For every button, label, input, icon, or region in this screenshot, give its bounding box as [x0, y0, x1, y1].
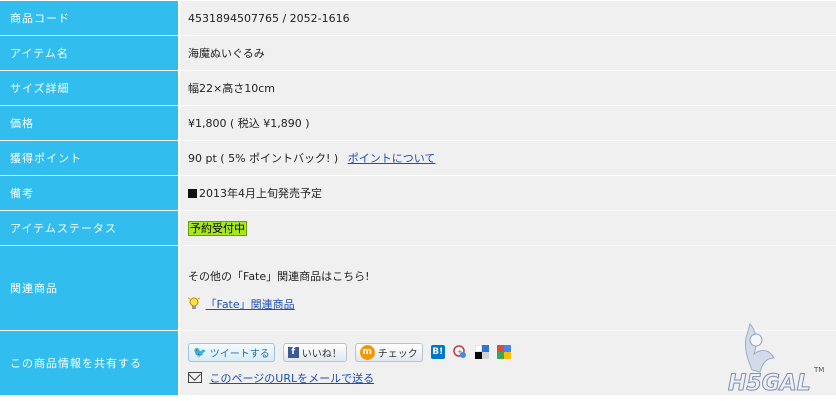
label-price: 価格: [0, 106, 179, 141]
status-badge: 予約受付中: [188, 221, 247, 236]
tweet-label: ツイートする: [210, 345, 270, 360]
delicious-icon[interactable]: [475, 345, 489, 359]
points-info-link[interactable]: ポイントについて: [348, 152, 436, 165]
row-share: この商品情報を共有する 🐦 ツイートする f いいね！ m チェック B!: [0, 331, 836, 396]
row-product-code: 商品コード 4531894507765 / 2052-1616: [0, 1, 836, 36]
row-size: サイズ詳細 幅22×高さ10cm: [0, 71, 836, 106]
product-spec-table: 商品コード 4531894507765 / 2052-1616 アイテム名 海魔…: [0, 0, 836, 396]
tweet-button[interactable]: 🐦 ツイートする: [188, 343, 275, 362]
value-size: 幅22×高さ10cm: [179, 71, 836, 106]
value-note-cell: 2013年4月上旬発売予定: [179, 176, 836, 211]
share-buttons: 🐦 ツイートする f いいね！ m チェック B! +: [188, 343, 836, 362]
lightbulb-icon: [188, 297, 202, 314]
related-products-link[interactable]: 「Fate」関連商品: [206, 298, 295, 311]
label-related: 関連商品: [0, 246, 179, 331]
value-points-cell: 90 pt ( 5% ポイントバック! ) ポイントについて: [179, 141, 836, 176]
value-product-code: 4531894507765 / 2052-1616: [179, 1, 836, 36]
facebook-like-button[interactable]: f いいね！: [283, 343, 347, 362]
label-status: アイテムステータス: [0, 211, 179, 246]
envelope-icon: [188, 372, 202, 383]
hatena-bookmark-icon[interactable]: B!: [431, 345, 445, 359]
related-link-line: 「Fate」関連商品: [188, 296, 836, 314]
row-related: 関連商品 その他の「Fate」関連商品はこちら! 「Fate」関連商品: [0, 246, 836, 331]
like-label: いいね！: [302, 345, 342, 360]
square-bullet-icon: [188, 189, 197, 198]
value-item-name: 海魔ぬいぐるみ: [179, 36, 836, 71]
row-status: アイテムステータス 予約受付中: [0, 211, 836, 246]
value-price: ¥1,800 ( 税込 ¥1,890 ): [179, 106, 836, 141]
twitter-bird-icon: 🐦: [193, 346, 207, 359]
mail-url-link[interactable]: このページのURLをメールで送る: [210, 372, 375, 385]
label-size: サイズ詳細: [0, 71, 179, 106]
check-label: チェック: [378, 345, 418, 360]
value-related-cell: その他の「Fate」関連商品はこちら! 「Fate」関連商品: [179, 246, 836, 331]
row-points: 獲得ポイント 90 pt ( 5% ポイントバック! ) ポイントについて: [0, 141, 836, 176]
mail-share-line: このページのURLをメールで送る: [188, 370, 836, 386]
svg-text:+: +: [457, 348, 463, 356]
google-bookmark-icon[interactable]: +: [453, 345, 467, 359]
label-share: この商品情報を共有する: [0, 331, 179, 396]
google-plus-icon[interactable]: [497, 345, 511, 359]
label-product-code: 商品コード: [0, 1, 179, 36]
label-points: 獲得ポイント: [0, 141, 179, 176]
value-note: 2013年4月上旬発売予定: [199, 187, 322, 200]
value-points: 90 pt ( 5% ポイントバック! ): [188, 152, 338, 165]
label-note: 備考: [0, 176, 179, 211]
row-item-name: アイテム名 海魔ぬいぐるみ: [0, 36, 836, 71]
row-price: 価格 ¥1,800 ( 税込 ¥1,890 ): [0, 106, 836, 141]
related-text: その他の「Fate」関連商品はこちら!: [188, 268, 836, 284]
facebook-icon: f: [288, 347, 299, 358]
mixi-icon: m: [360, 345, 375, 360]
value-status-cell: 予約受付中: [179, 211, 836, 246]
mixi-check-button[interactable]: m チェック: [355, 343, 423, 362]
label-item-name: アイテム名: [0, 36, 179, 71]
value-share-cell: 🐦 ツイートする f いいね！ m チェック B! +: [179, 331, 836, 396]
row-note: 備考 2013年4月上旬発売予定: [0, 176, 836, 211]
